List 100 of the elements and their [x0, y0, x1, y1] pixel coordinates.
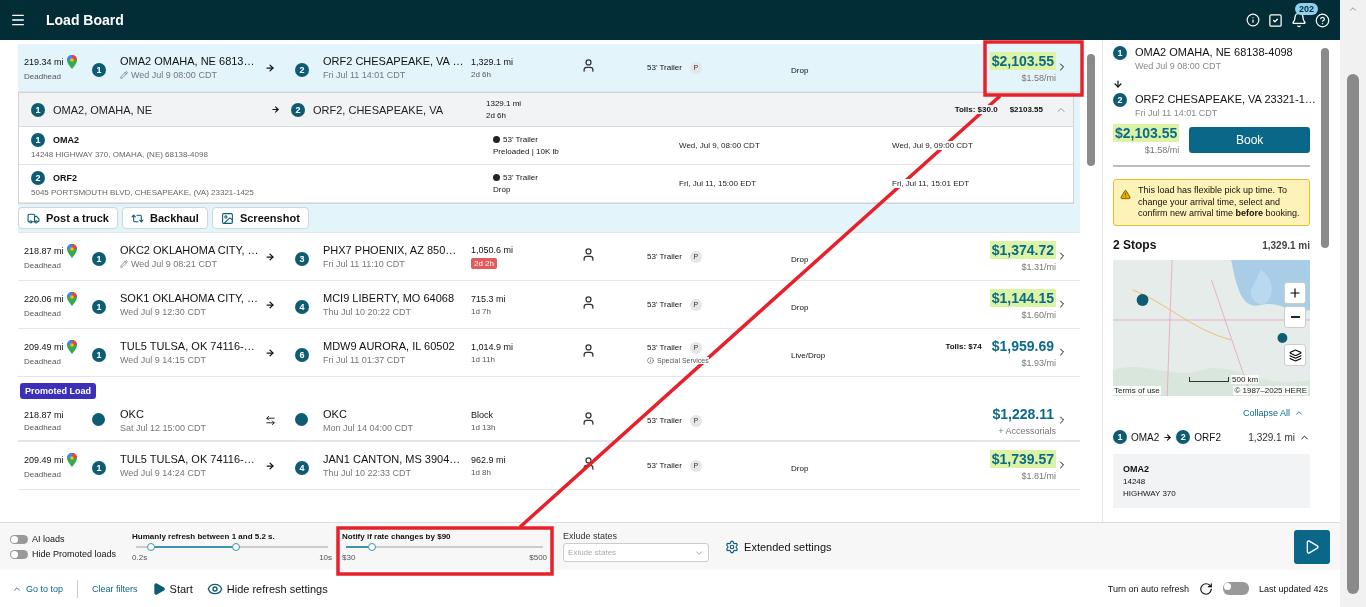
- arrival-time: Wed, Jul 9, 08:00 CDT: [679, 141, 761, 150]
- action-button[interactable]: Backhaul: [121, 207, 208, 229]
- deadhead-distance: 218.87 mi: [24, 409, 64, 420]
- trip-distance: 715.3 mi: [471, 293, 507, 304]
- run-button[interactable]: [1294, 529, 1330, 564]
- detail-destination: ORF2, CHESAPEAKE, VA: [313, 103, 443, 116]
- scrollbar-thumb[interactable]: [1321, 48, 1329, 248]
- field-label: Exlude states: [563, 531, 619, 541]
- stop-number: 4: [295, 460, 309, 475]
- arrow-icon: [1163, 432, 1173, 442]
- trip-duration: 1d 11h: [471, 354, 496, 364]
- stop-number: 1: [92, 347, 106, 362]
- load-price: $1,959.69: [990, 337, 1055, 355]
- origin-location: TUL5 TULSA, OK 74116-…: [120, 453, 256, 465]
- action-button[interactable]: Screenshot: [211, 207, 309, 229]
- zoom-in-button[interactable]: [1284, 282, 1306, 305]
- driver-icon: [581, 343, 596, 358]
- panel-rate: $1.58/mi: [1144, 145, 1180, 155]
- equipment: 53' Trailer: [503, 173, 538, 182]
- deadhead-label: Deadhead: [24, 260, 62, 270]
- delivery-time: Thu Jul 10 22:33 CDT: [323, 468, 413, 478]
- extended-settings-button[interactable]: Extended settings: [725, 539, 832, 554]
- scrollbar-thumb[interactable]: [1347, 74, 1359, 594]
- load-type: Drop: [791, 254, 809, 264]
- notice-text: This load has flexible pick up time. To change your arrival time, select and confirm new arrival time before booking.: [1138, 185, 1301, 221]
- delivery-time: Fri Jul 11 11:10 CDT: [323, 259, 406, 269]
- menu-icon[interactable]: [10, 12, 26, 28]
- layers-icon: [1288, 348, 1302, 362]
- stop-number: 1: [92, 460, 106, 475]
- detail-tolls: Tolls: $30.0: [954, 105, 998, 114]
- slider-max: $500: [529, 552, 548, 562]
- pickup-time: Wed Jul 9 14:15 CDT: [120, 355, 206, 365]
- toggle-switch[interactable]: AI loads: [10, 534, 117, 544]
- arrow-icon: [265, 299, 275, 310]
- hide-settings-button[interactable]: Hide refresh settings: [206, 580, 328, 597]
- trailer-type: 53' Trailer: [647, 416, 682, 425]
- destination-location: MCI9 LIBERTY, MO 64068: [323, 292, 456, 304]
- stop-name: ORF2: [53, 172, 77, 183]
- slider[interactable]: [346, 542, 544, 551]
- trip-distance: 962.9 mi: [471, 454, 507, 465]
- layers-button[interactable]: [1284, 344, 1306, 367]
- stop-number: 4: [295, 299, 309, 314]
- trip-duration: 1d 7h: [471, 306, 493, 316]
- action-button[interactable]: Post a truck: [18, 207, 118, 229]
- driver-icon: [581, 295, 596, 310]
- refresh-icon[interactable]: [1198, 581, 1213, 596]
- load-type: Drop: [791, 463, 809, 473]
- load-type: Drop: [791, 65, 809, 75]
- deadhead-label: Deadhead: [24, 469, 62, 479]
- panel-pickup-time: Wed Jul 9 08:00 CDT: [1135, 61, 1222, 71]
- stop-number: 1: [92, 251, 106, 266]
- task-icon[interactable]: [1268, 12, 1283, 28]
- stop-note: Preloaded | 10K lb: [493, 147, 560, 156]
- plus-icon: [1288, 286, 1302, 301]
- stop-dot: [295, 412, 308, 426]
- deadhead-distance: 220.06 mi: [24, 293, 64, 304]
- scrollbar-thumb[interactable]: [1087, 54, 1095, 166]
- stops-distance: 1,329.1 mi: [1262, 239, 1310, 251]
- arrow-icon: [265, 347, 275, 358]
- rate-per-mile: $1.81/mi: [1021, 471, 1056, 481]
- tolls: Tolls: $74: [945, 341, 982, 351]
- info-icon[interactable]: [1246, 13, 1260, 27]
- stop-dot: [92, 412, 105, 426]
- load-price: $1,144.15: [989, 289, 1056, 307]
- stop-number: 1: [1113, 430, 1127, 445]
- driver-icon: [581, 411, 596, 426]
- stop-number: 1: [31, 102, 45, 117]
- start-button[interactable]: Start: [151, 581, 193, 596]
- range-slider[interactable]: [136, 542, 329, 551]
- slider-max: 10s: [319, 552, 333, 562]
- trip-duration: 1d 13h: [471, 422, 497, 432]
- minus-icon: [1290, 316, 1300, 319]
- info-icon: [647, 356, 654, 364]
- book-button[interactable]: Book: [1189, 126, 1310, 153]
- stop-address: 5045 PORTSMOUTH BLVD, CHESAPEAKE, (VA) 23321-1425: [31, 187, 255, 197]
- bell-icon[interactable]: [1291, 12, 1307, 28]
- route-distance: 1,329.1 mi: [1248, 431, 1295, 443]
- driver-icon: [581, 247, 596, 262]
- trip-duration: 1d 8h: [471, 467, 493, 477]
- trip-duration: 2d 6h: [471, 69, 493, 79]
- image-icon: [220, 211, 234, 225]
- auto-refresh-toggle[interactable]: [1222, 582, 1249, 595]
- destination-location: PHX7 PHOENIX, AZ 850…: [323, 244, 458, 256]
- stop-note: Drop: [493, 185, 512, 194]
- stop-number: 1: [92, 62, 106, 77]
- panel-delivery-time: Fri Jul 11 14:01 CDT: [1135, 108, 1219, 118]
- route-origin: OMA2: [1131, 431, 1160, 443]
- slider-min: $30: [342, 552, 356, 562]
- help-icon[interactable]: [1315, 12, 1330, 28]
- scroll-up-icon[interactable]: [1348, 4, 1358, 14]
- zoom-out-button[interactable]: [1284, 306, 1306, 329]
- clear-filters-link[interactable]: Clear filters: [92, 583, 138, 594]
- stop-number: 1: [31, 132, 45, 147]
- truck-icon: [27, 211, 40, 225]
- bullet-icon: [493, 174, 500, 181]
- toggle-switch[interactable]: Hide Promoted loads: [10, 549, 117, 559]
- destination-location: JAN1 CANTON, MS 3904…: [323, 453, 462, 465]
- go-to-top-link[interactable]: Go to top: [12, 583, 64, 594]
- collapse-all-link[interactable]: Collapse All: [1242, 408, 1304, 419]
- map-pin-icon: [66, 339, 77, 354]
